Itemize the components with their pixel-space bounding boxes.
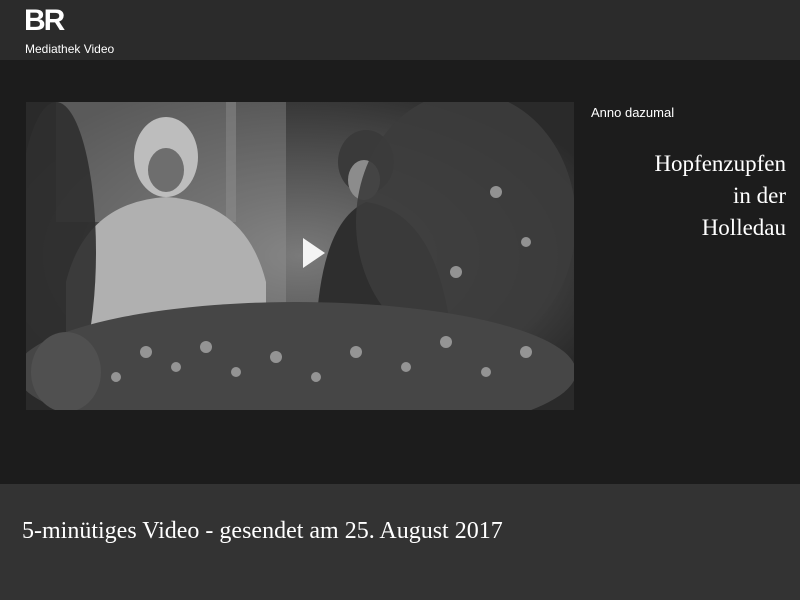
video-caption: 5-minütiges Video - gesendet am 25. Augu… bbox=[22, 518, 503, 544]
video-thumbnail bbox=[26, 102, 574, 410]
video-title-line-2: in der bbox=[732, 183, 786, 208]
br-logo[interactable]: BR Mediathek Video bbox=[24, 4, 144, 57]
video-title-line-1: Hopfenzupfen bbox=[654, 151, 786, 176]
footer: 5-minütiges Video - gesendet am 25. Augu… bbox=[0, 484, 800, 600]
main-content: Anno dazumal Hopfenzupfen in der Holleda… bbox=[0, 60, 800, 484]
video-title-line-3: Holledau bbox=[701, 215, 786, 240]
video-player[interactable] bbox=[26, 102, 574, 410]
header: BR Mediathek Video bbox=[0, 0, 800, 60]
logo-subtitle: Mediathek Video bbox=[25, 42, 115, 56]
video-kicker: Anno dazumal bbox=[591, 105, 675, 120]
play-icon[interactable] bbox=[303, 238, 325, 268]
br-logo-mark: BR bbox=[24, 4, 65, 37]
video-title: Hopfenzupfen in der Holledau bbox=[586, 148, 786, 244]
